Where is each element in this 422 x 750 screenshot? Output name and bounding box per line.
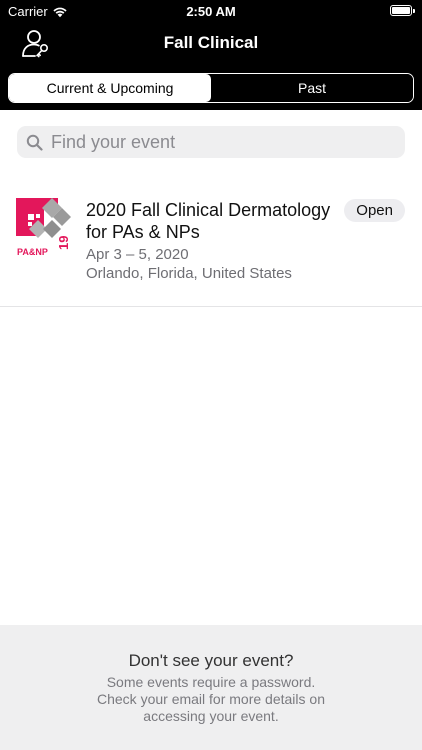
search-input[interactable] [49, 130, 393, 154]
event-location: Orlando, Florida, United States [86, 265, 292, 282]
logo-number: 19 [56, 236, 71, 250]
clock: 2:50 AM [186, 4, 236, 19]
tab-past[interactable]: Past [211, 74, 413, 102]
status-badge: Open [344, 199, 405, 222]
event-filter-segmented-control: Current & Upcoming Past [8, 73, 414, 103]
status-bar: Carrier 2:50 AM [0, 0, 422, 22]
event-list-item[interactable]: PA&NP 19 2020 Fall Clinical Dermatology … [0, 183, 422, 307]
event-logo: PA&NP 19 [16, 198, 71, 257]
logo-text: PA&NP [17, 247, 48, 257]
footer-body: Some events require a password. Check yo… [97, 674, 325, 724]
footer-title: Don't see your event? [128, 651, 294, 670]
top-bar: Carrier 2:50 AM Fall Clinical Current & … [0, 0, 422, 110]
search-icon [26, 134, 43, 151]
battery-icon [390, 5, 415, 16]
event-title: 2020 Fall Clinical Dermatology for PAs &… [86, 200, 331, 242]
search-bar [17, 126, 405, 158]
navigation-bar: Fall Clinical [0, 22, 422, 66]
page-title: Fall Clinical [163, 33, 259, 52]
help-footer: Don't see your event? Some events requir… [0, 625, 422, 750]
tab-current-upcoming[interactable]: Current & Upcoming [9, 74, 211, 102]
event-dates: Apr 3 – 5, 2020 [86, 246, 189, 263]
